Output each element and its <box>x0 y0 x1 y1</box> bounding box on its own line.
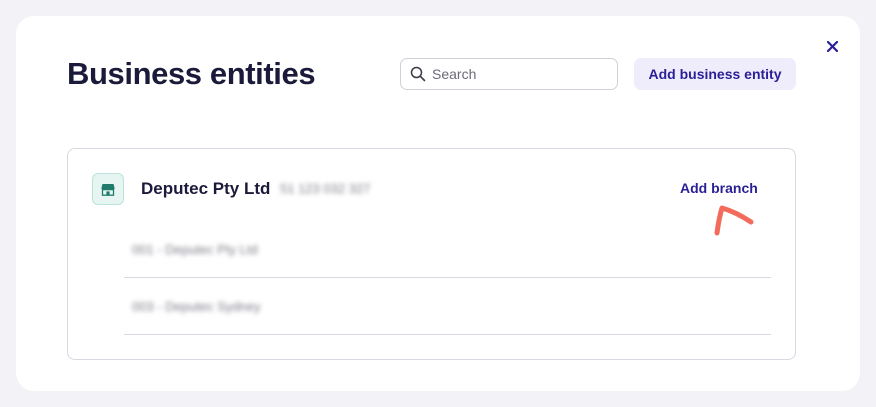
page-title: Business entities <box>67 56 316 91</box>
close-icon <box>826 40 838 52</box>
search-input[interactable] <box>432 66 602 82</box>
entity-card: Deputec Pty Ltd 51 123 032 327 Add branc… <box>67 148 796 360</box>
entity-abn: 51 123 032 327 <box>280 181 371 196</box>
branch-label: 003 - Deputec Sydney <box>132 298 261 314</box>
hand-drawn-arrow-icon <box>714 205 754 236</box>
list-item[interactable]: 001 - Deputec Pty Ltd <box>124 221 771 278</box>
store-icon <box>101 183 115 196</box>
entity-name: Deputec Pty Ltd <box>141 179 271 198</box>
branch-label: 001 - Deputec Pty Ltd <box>132 241 258 257</box>
search-field[interactable] <box>400 58 618 90</box>
list-item[interactable]: 003 - Deputec Sydney <box>124 278 771 335</box>
add-business-entity-button[interactable]: Add business entity <box>634 58 796 90</box>
entity-icon-badge <box>92 173 124 205</box>
close-button[interactable] <box>824 38 840 54</box>
search-icon <box>410 66 426 82</box>
add-branch-link[interactable]: Add branch <box>680 180 758 196</box>
branch-list: 001 - Deputec Pty Ltd 003 - Deputec Sydn… <box>124 221 771 335</box>
